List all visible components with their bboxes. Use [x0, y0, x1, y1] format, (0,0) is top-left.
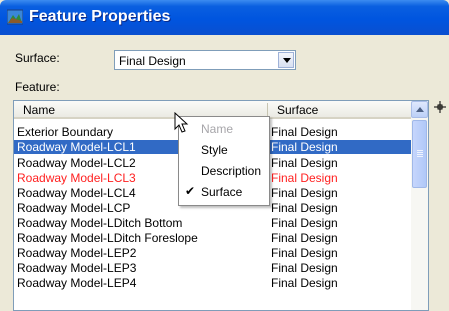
row-name: Roadway Model-LCL4	[17, 186, 136, 200]
menu-item-surface[interactable]: ✔ Surface	[179, 182, 269, 202]
table-row[interactable]: Roadway Model-LEP4 Final Design	[14, 276, 411, 290]
menu-item-label: Description	[201, 164, 262, 178]
row-name: Exterior Boundary	[17, 125, 114, 139]
column-header-name[interactable]: Name	[23, 103, 55, 117]
table-row[interactable]: Roadway Model-LEP2 Final Design	[14, 246, 411, 260]
row-surface: Final Design	[271, 276, 338, 290]
row-name: Roadway Model-LDitch Foreslope	[17, 231, 198, 245]
row-surface: Final Design	[271, 125, 338, 139]
menu-item-label: Name	[201, 122, 234, 136]
app-icon	[7, 9, 23, 25]
column-header-surface[interactable]: Surface	[277, 103, 318, 117]
row-surface: Final Design	[271, 231, 338, 245]
row-name: Roadway Model-LCL3	[17, 171, 136, 185]
scroll-up-arrow-icon	[416, 107, 424, 112]
surface-dropdown-value: Final Design	[119, 54, 186, 68]
row-surface: Final Design	[271, 246, 338, 260]
pointer-cursor-icon	[174, 112, 189, 133]
surface-label: Surface:	[15, 51, 60, 65]
row-name: Roadway Model-LEP3	[17, 261, 137, 275]
menu-item-description[interactable]: Description	[179, 161, 269, 181]
dropdown-arrow-icon	[283, 58, 291, 63]
column-context-menu: Name Style Description ✔ Surface	[178, 116, 270, 206]
row-surface: Final Design	[271, 140, 338, 154]
row-name: Roadway Model-LEP4	[17, 276, 137, 290]
menu-item-style[interactable]: Style	[179, 140, 269, 160]
scroll-thumb[interactable]	[412, 120, 427, 188]
crosshair-tool-icon[interactable]	[433, 100, 447, 114]
row-surface: Final Design	[271, 261, 338, 275]
surface-dropdown-button[interactable]	[278, 52, 294, 68]
row-name: Roadway Model-LEP2	[17, 246, 137, 260]
scroll-up-button[interactable]	[411, 101, 428, 118]
row-name: Roadway Model-LCP	[17, 201, 131, 215]
row-name: Roadway Model-LDitch Bottom	[17, 216, 183, 230]
title-bar[interactable]: Feature Properties	[0, 0, 449, 35]
row-name: Roadway Model-LCL2	[17, 156, 136, 170]
window-title: Feature Properties	[29, 8, 171, 25]
column-divider[interactable]	[267, 103, 268, 116]
table-row[interactable]: Roadway Model-LDitch Bottom Final Design	[14, 216, 411, 230]
feature-label: Feature:	[15, 80, 60, 94]
row-surface: Final Design	[271, 201, 338, 215]
row-surface: Final Design	[271, 156, 338, 170]
thumb-grip-line	[417, 156, 423, 157]
row-name: Roadway Model-LCL1	[17, 140, 136, 154]
table-row[interactable]: Roadway Model-LEP3 Final Design	[14, 261, 411, 275]
menu-item-label: Surface	[201, 185, 243, 199]
row-surface: Final Design	[271, 216, 338, 230]
row-surface: Final Design	[271, 171, 338, 185]
surface-dropdown[interactable]: Final Design	[114, 50, 296, 70]
checkmark-icon: ✔	[185, 184, 196, 198]
thumb-grip-line	[417, 152, 423, 153]
table-row[interactable]: Roadway Model-LDitch Foreslope Final Des…	[14, 231, 411, 245]
vertical-scrollbar[interactable]	[411, 101, 428, 310]
menu-item-name: Name	[179, 119, 269, 139]
thumb-grip-line	[417, 150, 423, 151]
thumb-grip-line	[417, 154, 423, 155]
row-surface: Final Design	[271, 186, 338, 200]
menu-item-label: Style	[201, 143, 228, 157]
